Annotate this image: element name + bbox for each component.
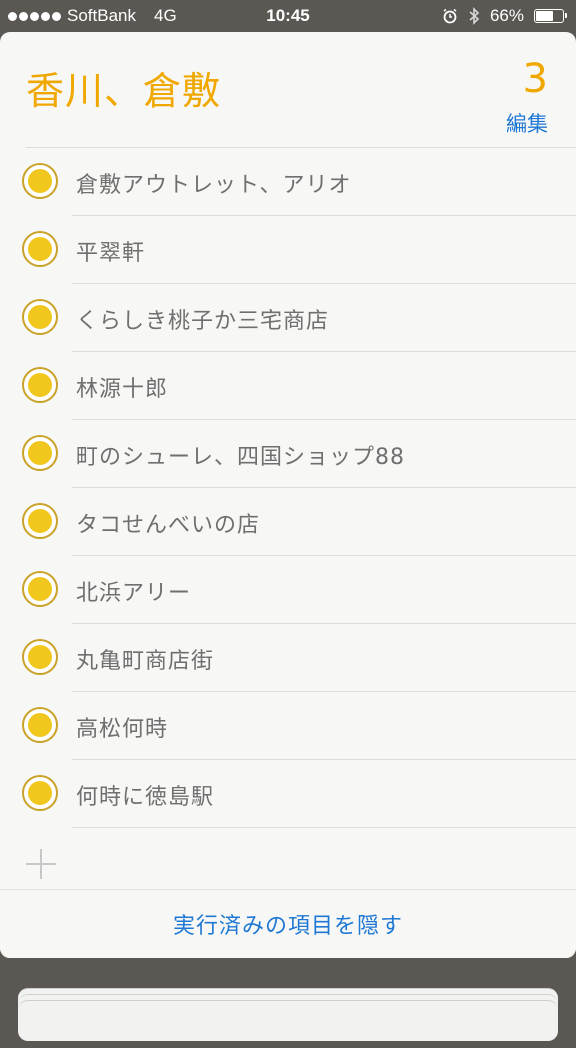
item-count: 3 bbox=[522, 56, 548, 102]
status-bar: SoftBank 4G 10:45 66% bbox=[0, 0, 576, 34]
reminder-item[interactable]: 林源十郎 bbox=[0, 351, 576, 419]
battery-fill bbox=[536, 11, 553, 21]
reminder-label: 北浜アリー bbox=[76, 581, 192, 606]
reminder-item[interactable]: くらしき桃子か三宅商店 bbox=[0, 283, 576, 351]
reminder-item[interactable]: 北浜アリー bbox=[0, 555, 576, 623]
status-right: 66% bbox=[442, 6, 567, 26]
reminder-label: 平翠軒 bbox=[76, 241, 146, 266]
circle-checkbox-icon[interactable] bbox=[22, 435, 58, 471]
circle-checkbox-icon[interactable] bbox=[22, 503, 58, 539]
stacked-lists[interactable] bbox=[18, 988, 558, 1048]
reminder-item[interactable]: 平翠軒 bbox=[0, 215, 576, 283]
circle-checkbox-icon[interactable] bbox=[22, 299, 58, 335]
reminder-item[interactable]: 高松何時 bbox=[0, 691, 576, 759]
stacked-list-card[interactable] bbox=[18, 1000, 558, 1041]
circle-checkbox-icon[interactable] bbox=[22, 775, 58, 811]
reminder-item[interactable]: 何時に徳島駅 bbox=[0, 759, 576, 827]
list-footer: 実行済みの項目を隠す bbox=[0, 889, 576, 958]
reminders-list-card: 香川、倉敷 3 編集 倉敷アウトレット、アリオ 平翠軒 くらしき桃子か三宅商店 … bbox=[0, 32, 576, 958]
hide-completed-button[interactable]: 実行済みの項目を隠す bbox=[0, 908, 576, 940]
reminder-item[interactable]: 丸亀町商店街 bbox=[0, 623, 576, 691]
battery-icon bbox=[534, 9, 567, 23]
reminder-label: 町のシューレ、四国ショップ88 bbox=[76, 445, 405, 470]
reminder-label: 倉敷アウトレット、アリオ bbox=[76, 173, 352, 198]
edit-button[interactable]: 編集 bbox=[506, 108, 548, 138]
plus-icon[interactable] bbox=[26, 849, 56, 879]
reminder-item[interactable]: 町のシューレ、四国ショップ88 bbox=[0, 419, 576, 487]
reminder-item[interactable]: タコせんべいの店 bbox=[0, 487, 576, 555]
circle-checkbox-icon[interactable] bbox=[22, 639, 58, 675]
bluetooth-icon bbox=[469, 7, 480, 25]
list-title: 香川、倉敷 bbox=[26, 69, 222, 113]
reminder-label: タコせんべいの店 bbox=[76, 513, 261, 538]
alarm-icon bbox=[443, 8, 457, 24]
reminder-item[interactable]: 倉敷アウトレット、アリオ bbox=[0, 147, 576, 215]
circle-checkbox-icon[interactable] bbox=[22, 707, 58, 743]
reminder-label: 何時に徳島駅 bbox=[76, 785, 215, 810]
reminder-label: 林源十郎 bbox=[76, 377, 169, 402]
reminder-label: 丸亀町商店街 bbox=[76, 649, 215, 674]
circle-checkbox-icon[interactable] bbox=[22, 231, 58, 267]
circle-checkbox-icon[interactable] bbox=[22, 367, 58, 403]
battery-percent: 66% bbox=[489, 6, 524, 25]
reminder-label: くらしき桃子か三宅商店 bbox=[76, 309, 330, 334]
add-reminder-row[interactable] bbox=[0, 827, 576, 895]
reminder-label: 高松何時 bbox=[76, 717, 169, 742]
reminder-list: 倉敷アウトレット、アリオ 平翠軒 くらしき桃子か三宅商店 林源十郎 町のシューレ… bbox=[0, 147, 576, 895]
circle-checkbox-icon[interactable] bbox=[22, 163, 58, 199]
circle-checkbox-icon[interactable] bbox=[22, 571, 58, 607]
